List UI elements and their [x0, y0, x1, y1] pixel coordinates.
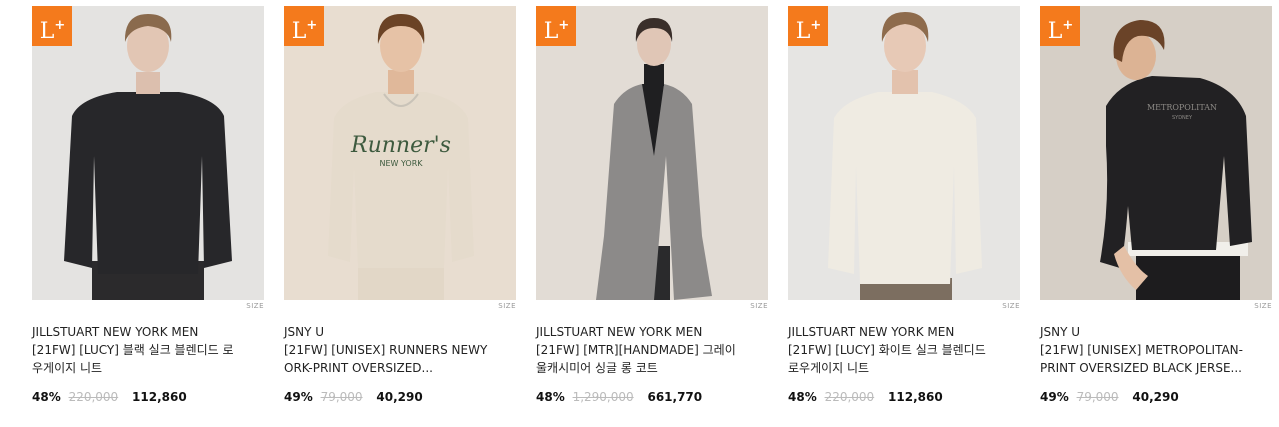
product-card[interactable]: Runner's NEW YORK L+ SIZE JSNY U [21FW] …	[284, 6, 516, 405]
sale-price: 112,860	[132, 390, 187, 404]
price-row: 48% 220,000 112,860	[32, 389, 264, 405]
price-row: 49% 79,000 40,290	[1040, 389, 1272, 405]
size-label[interactable]: SIZE	[1254, 302, 1272, 310]
model-photo: METROPOLITAN SYDNEY	[1040, 6, 1272, 300]
l-plus-badge: L+	[788, 6, 828, 46]
original-price: 1,290,000	[572, 390, 634, 404]
sale-price: 661,770	[647, 390, 703, 404]
product-card[interactable]: L+ SIZE JILLSTUART NEW YORK MEN [21FW] […	[32, 6, 264, 405]
svg-text:SYDNEY: SYDNEY	[1172, 115, 1193, 121]
model-photo	[788, 6, 1020, 300]
discount-rate: 49%	[1040, 390, 1069, 404]
product-card[interactable]: L+ SIZE JILLSTUART NEW YORK MEN [21FW] […	[536, 6, 768, 405]
model-photo	[32, 6, 264, 300]
sale-price: 40,290	[376, 390, 423, 404]
sale-price: 112,860	[888, 390, 943, 404]
l-plus-badge: L+	[1040, 6, 1080, 46]
size-label[interactable]: SIZE	[498, 302, 516, 310]
product-brand: JILLSTUART NEW YORK MEN	[788, 325, 955, 339]
product-brand: JILLSTUART NEW YORK MEN	[32, 325, 199, 339]
discount-rate: 49%	[284, 390, 313, 404]
model-photo: Runner's NEW YORK	[284, 6, 516, 300]
original-price: 220,000	[68, 390, 119, 404]
product-image[interactable]: L+	[536, 6, 768, 300]
svg-text:Runner's: Runner's	[350, 133, 451, 158]
sale-price: 40,290	[1132, 390, 1179, 404]
size-label[interactable]: SIZE	[1002, 302, 1020, 310]
product-image[interactable]: L+	[32, 6, 264, 300]
product-brand: JSNY U	[1040, 325, 1081, 339]
product-card[interactable]: L+ SIZE JILLSTUART NEW YORK MEN [21FW] […	[788, 6, 1020, 405]
product-name[interactable]: [21FW] [LUCY] 화이트 실크 블렌디드 로우게이지 니트	[788, 341, 993, 377]
discount-rate: 48%	[788, 390, 817, 404]
product-brand: JILLSTUART NEW YORK MEN	[536, 325, 703, 339]
product-image[interactable]: Runner's NEW YORK L+	[284, 6, 516, 300]
price-row: 48% 1,290,000 661,770	[536, 389, 768, 405]
l-plus-badge: L+	[284, 6, 324, 46]
product-image[interactable]: METROPOLITAN SYDNEY L+	[1040, 6, 1272, 300]
model-photo	[536, 6, 768, 300]
svg-text:NEW YORK: NEW YORK	[379, 159, 423, 168]
product-name[interactable]: [21FW] [UNISEX] RUNNERS NEWYORK-PRINT OV…	[284, 341, 489, 377]
product-image[interactable]: L+	[788, 6, 1020, 300]
l-plus-badge: L+	[536, 6, 576, 46]
size-label[interactable]: SIZE	[750, 302, 768, 310]
product-grid: L+ SIZE JILLSTUART NEW YORK MEN [21FW] […	[0, 0, 1279, 427]
product-brand: JSNY U	[284, 325, 325, 339]
product-name[interactable]: [21FW] [MTR][HANDMADE] 그레이 울캐시미어 싱글 롱 코트	[536, 341, 741, 377]
original-price: 79,000	[320, 390, 363, 404]
product-card[interactable]: METROPOLITAN SYDNEY L+ SIZE JSNY U [21FW…	[1040, 6, 1272, 405]
l-plus-badge: L+	[32, 6, 72, 46]
price-row: 48% 220,000 112,860	[788, 389, 1020, 405]
original-price: 79,000	[1076, 390, 1119, 404]
discount-rate: 48%	[32, 390, 61, 404]
size-label[interactable]: SIZE	[246, 302, 264, 310]
svg-text:METROPOLITAN: METROPOLITAN	[1147, 103, 1217, 112]
product-name[interactable]: [21FW] [UNISEX] METROPOLITAN-PRINT OVERS…	[1040, 341, 1245, 377]
discount-rate: 48%	[536, 390, 565, 404]
product-name[interactable]: [21FW] [LUCY] 블랙 실크 블렌디드 로우게이지 니트	[32, 341, 237, 377]
price-row: 49% 79,000 40,290	[284, 389, 516, 405]
original-price: 220,000	[824, 390, 875, 404]
